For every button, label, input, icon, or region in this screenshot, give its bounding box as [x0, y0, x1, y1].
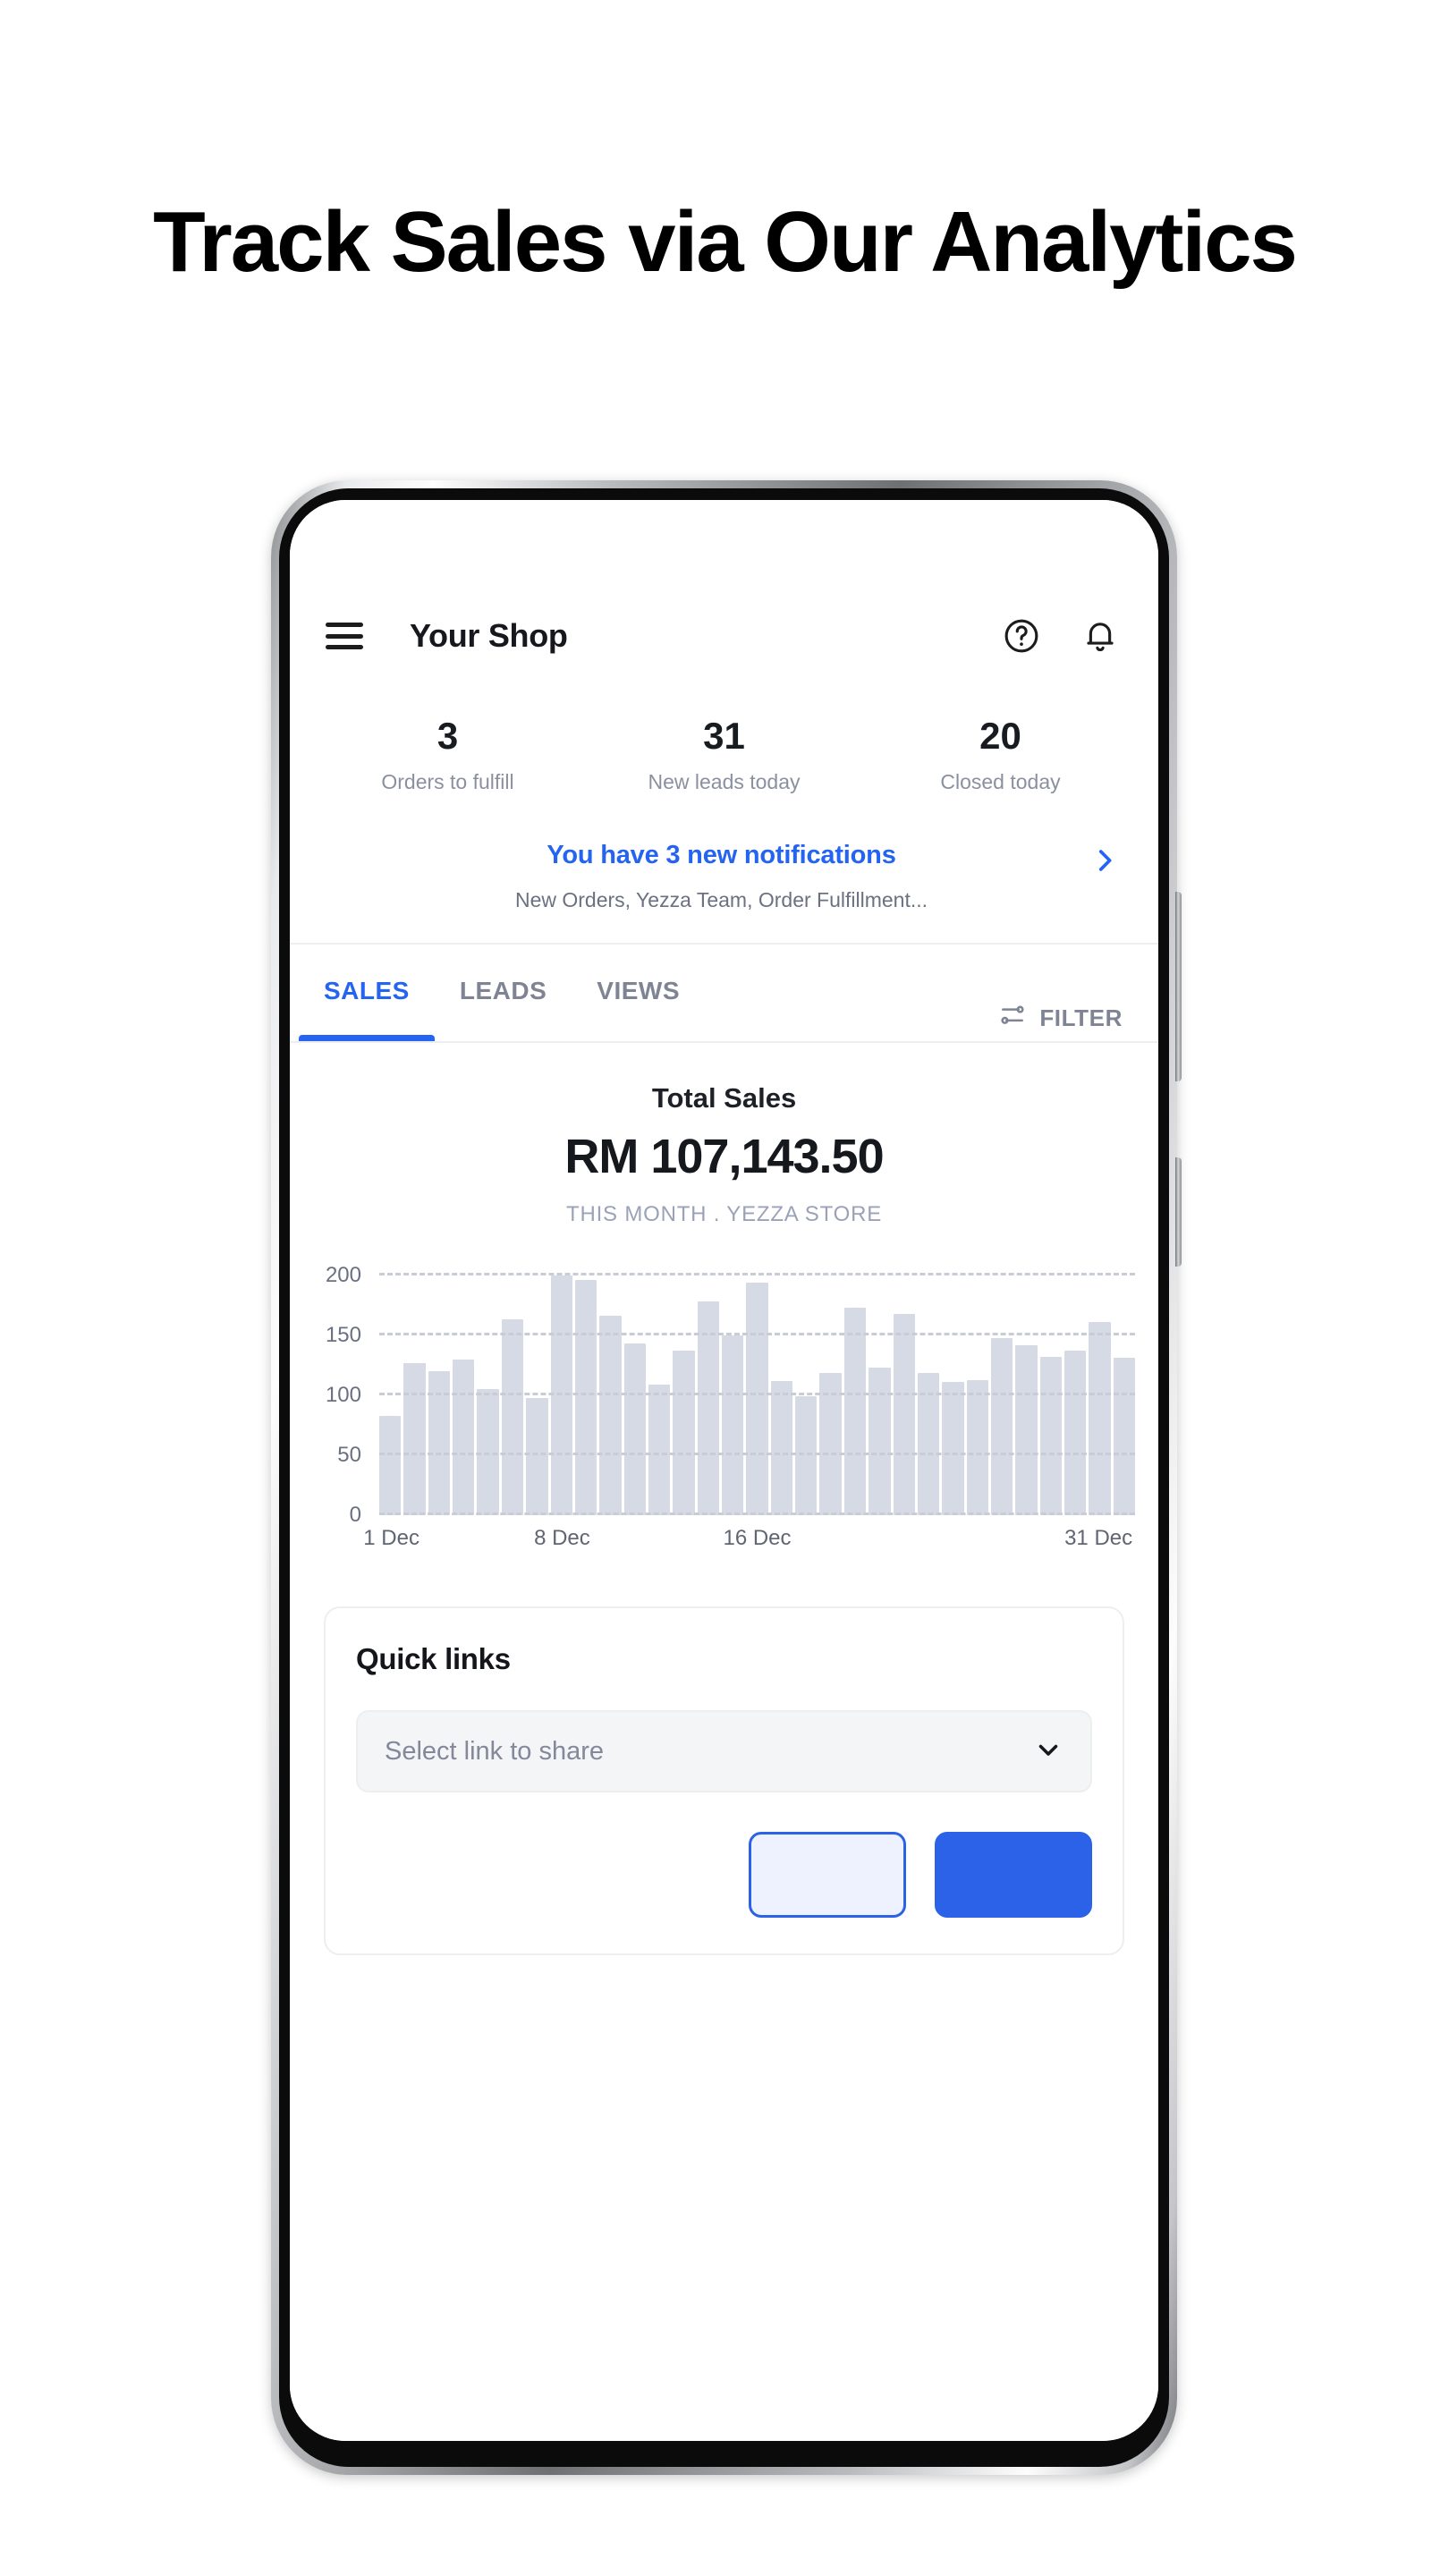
stat-value: 3: [436, 715, 459, 757]
chart-gridline: [379, 1393, 1135, 1396]
chart-plot-area: [379, 1263, 1136, 1516]
notifications-banner[interactable]: You have 3 new notifications New Orders,…: [290, 819, 1158, 943]
tab-leads[interactable]: LEADS: [435, 941, 572, 1041]
stat-label: Closed today: [940, 770, 1061, 794]
sales-bar-chart: 0 50 100 150 200 1 Dec 8 Dec 16 Dec 31 Dec: [306, 1262, 1136, 1558]
chart-x-tick-label: 1 Dec: [363, 1526, 419, 1551]
chart-bar[interactable]: [942, 1382, 964, 1516]
quick-links-actions: [356, 1832, 1092, 1919]
filter-button[interactable]: FILTER: [998, 1001, 1123, 1041]
chart-bars: [379, 1263, 1136, 1516]
stat-label: Orders to fulfill: [381, 770, 514, 794]
page-title: Your Shop: [410, 617, 568, 654]
tab-label: LEADS: [459, 977, 547, 1005]
stat-value: 20: [979, 715, 1021, 757]
tab-label: SALES: [324, 977, 410, 1005]
chart-y-tick-label: 50: [337, 1443, 361, 1468]
chart-bar[interactable]: [1089, 1322, 1111, 1516]
stat-value: 31: [703, 715, 745, 757]
chart-x-axis: 1 Dec 8 Dec 16 Dec 31 Dec: [363, 1519, 1135, 1558]
stat-new-leads-today[interactable]: 31 New leads today: [586, 715, 862, 794]
chart-gridline: [379, 1453, 1135, 1456]
stat-label: New leads today: [648, 770, 801, 794]
chart-bar[interactable]: [722, 1335, 744, 1516]
share-link-select[interactable]: Select link to share: [356, 1710, 1092, 1793]
chart-y-axis: 0 50 100 150 200: [306, 1262, 370, 1528]
chart-x-tick-label: 16 Dec: [723, 1526, 792, 1551]
chart-bar[interactable]: [550, 1275, 572, 1516]
chart-bar[interactable]: [1015, 1344, 1038, 1516]
chart-bar[interactable]: [574, 1280, 597, 1516]
chart-bar[interactable]: [1039, 1357, 1063, 1516]
share-link-select-placeholder: Select link to share: [385, 1736, 605, 1766]
chart-bar[interactable]: [893, 1313, 915, 1516]
stat-closed-today[interactable]: 20 Closed today: [862, 715, 1139, 794]
tab-views[interactable]: VIEWS: [572, 941, 705, 1041]
chart-bar[interactable]: [869, 1368, 891, 1516]
chart-bar[interactable]: [746, 1282, 768, 1516]
tab-sales[interactable]: SALES: [299, 941, 435, 1042]
chart-bar[interactable]: [770, 1380, 793, 1516]
notifications-banner-text: You have 3 new notifications New Orders,…: [327, 841, 1089, 912]
app-bar-actions: [1001, 615, 1121, 657]
chart-bar[interactable]: [648, 1384, 671, 1516]
chevron-down-icon: [1033, 1734, 1063, 1769]
total-sales-amount: RM 107,143.50: [564, 1130, 884, 1184]
hamburger-menu-icon[interactable]: [326, 623, 363, 649]
phone-screen: Your Shop 3 Orders to fulfill 31 New lea…: [290, 500, 1158, 2441]
chart-bar[interactable]: [1064, 1351, 1087, 1516]
filter-label: FILTER: [1039, 1004, 1123, 1032]
stats-row: 3 Orders to fulfill 31 New leads today 2…: [290, 679, 1158, 819]
sliders-icon: [998, 1001, 1027, 1036]
chart-bar[interactable]: [623, 1343, 646, 1516]
total-sales-block: Total Sales RM 107,143.50 THIS MONTH . Y…: [290, 1043, 1158, 1233]
chart-bar[interactable]: [501, 1319, 524, 1516]
chart-y-tick-label: 150: [325, 1322, 361, 1347]
chart-bar[interactable]: [526, 1397, 548, 1516]
chart-bar[interactable]: [990, 1337, 1013, 1516]
volume-rocker-button[interactable]: [1175, 892, 1182, 1081]
chart-y-tick-label: 200: [325, 1262, 361, 1287]
chart-bar[interactable]: [403, 1362, 426, 1516]
chart-x-tick-label: 31 Dec: [1064, 1526, 1133, 1551]
copy-link-button[interactable]: [749, 1832, 906, 1919]
phone-device-mockup: Your Shop 3 Orders to fulfill 31 New lea…: [271, 480, 1182, 2475]
chart-y-tick-label: 100: [325, 1383, 361, 1407]
share-link-button[interactable]: [935, 1832, 1092, 1919]
chart-bar[interactable]: [1113, 1358, 1136, 1516]
chart-gridline: [379, 1332, 1135, 1335]
total-sales-label: Total Sales: [651, 1082, 797, 1114]
help-circle-icon[interactable]: [1001, 615, 1042, 657]
power-button[interactable]: [1175, 1157, 1182, 1267]
chart-gridline: [379, 1272, 1135, 1275]
bell-icon[interactable]: [1080, 615, 1121, 657]
chart-bar[interactable]: [795, 1396, 818, 1516]
chart-bar[interactable]: [843, 1307, 867, 1516]
chart-bar[interactable]: [379, 1415, 402, 1516]
chart-bar[interactable]: [966, 1379, 988, 1516]
total-sales-period: THIS MONTH . YEZZA STORE: [565, 1202, 883, 1227]
chevron-right-icon[interactable]: [1089, 844, 1121, 877]
quick-links-card: Quick links Select link to share: [324, 1606, 1124, 1956]
notifications-title: You have 3 new notifications: [547, 841, 896, 870]
app-viewport: Your Shop 3 Orders to fulfill 31 New lea…: [290, 500, 1158, 2441]
quick-links-title: Quick links: [356, 1642, 511, 1676]
stat-orders-to-fulfill[interactable]: 3 Orders to fulfill: [309, 715, 586, 794]
chart-bar[interactable]: [599, 1316, 622, 1516]
app-bar: Your Shop: [290, 593, 1158, 679]
chart-x-tick-label: 8 Dec: [534, 1526, 590, 1551]
tab-label: VIEWS: [597, 977, 680, 1005]
notifications-subtitle: New Orders, Yezza Team, Order Fulfillmen…: [514, 888, 928, 912]
chart-y-tick-label: 0: [349, 1503, 361, 1528]
chart-bar[interactable]: [453, 1359, 475, 1516]
page-title: Track Sales via Our Analytics: [153, 194, 1298, 290]
chart-bar[interactable]: [673, 1351, 695, 1516]
analytics-tabs: SALES LEADS VIEWS FILTER: [290, 941, 1158, 1044]
chart-gridline: [379, 1513, 1135, 1516]
